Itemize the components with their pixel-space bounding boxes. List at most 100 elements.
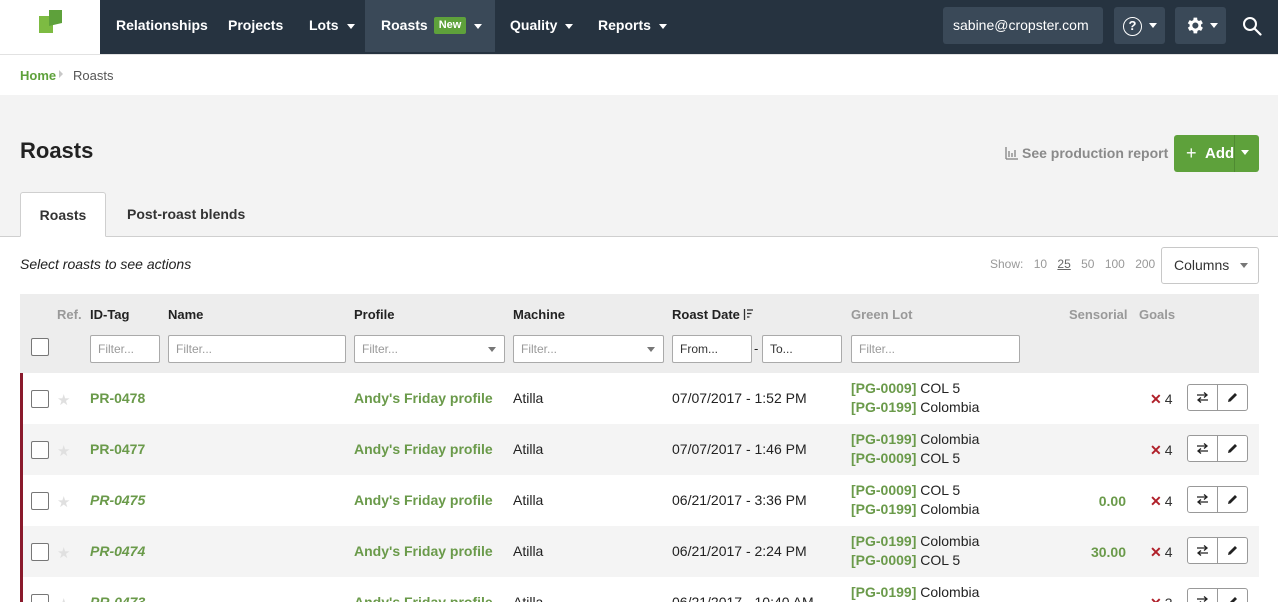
lot-code-link[interactable]: [PG-0009] (851, 552, 916, 568)
row-checkbox[interactable] (31, 390, 49, 408)
breadcrumb-home-link[interactable]: Home (20, 68, 56, 83)
table-row[interactable]: ★ PR-0473 Andy's Friday profile Atilla 06/21… (20, 577, 1259, 602)
page-size-selector: Show: 10 25 50 100 200 (990, 257, 1155, 271)
user-menu[interactable]: sabine@cropster.com (943, 7, 1103, 66)
row-checkbox[interactable] (31, 543, 49, 561)
compare-button[interactable] (1187, 537, 1218, 564)
nav-reports[interactable]: Reports (582, 0, 683, 52)
table-row[interactable]: ★ PR-0478 Andy's Friday profile Atilla 07/07… (20, 373, 1259, 424)
row-checkbox[interactable] (31, 492, 49, 510)
page-size-option[interactable]: 200 (1135, 257, 1155, 271)
star-icon[interactable]: ★ (57, 544, 70, 562)
edit-button[interactable] (1217, 588, 1248, 602)
logo-area[interactable] (0, 0, 100, 54)
col-ref[interactable]: Ref. (57, 307, 82, 322)
col-sensorial[interactable]: Sensorial (1069, 307, 1128, 322)
star-icon[interactable]: ★ (57, 595, 70, 602)
pencil-icon (1228, 546, 1237, 555)
date-to-input[interactable]: To... (762, 335, 842, 363)
nav-roasts[interactable]: Roasts New (365, 0, 495, 52)
table-row[interactable]: ★ PR-0477 Andy's Friday profile Atilla 07/07… (20, 424, 1259, 475)
star-icon[interactable]: ★ (57, 493, 70, 511)
lot-code-link[interactable]: [PG-0009] (851, 450, 916, 466)
compare-button[interactable] (1187, 588, 1218, 602)
row-goals: ✕ 4 (1150, 493, 1173, 510)
compare-button[interactable] (1187, 435, 1218, 462)
production-report-link[interactable]: See production report (1005, 145, 1168, 161)
edit-button[interactable] (1217, 537, 1248, 564)
table-row[interactable]: ★ PR-0474 Andy's Friday profile Atilla 06/21… (20, 526, 1259, 577)
lot-code-link[interactable]: [PG-0199] (851, 584, 916, 600)
nav-lots[interactable]: Lots (293, 0, 371, 52)
row-id-tag-link[interactable]: PR-0477 (90, 441, 145, 457)
row-profile-link[interactable]: Andy's Friday profile (354, 390, 493, 406)
machine-filter-select[interactable]: Filter... (513, 335, 664, 363)
row-profile-link[interactable]: Andy's Friday profile (354, 492, 493, 508)
lot-code-link[interactable]: [PG-0199] (851, 431, 916, 447)
table-row[interactable]: ★ PR-0475 Andy's Friday profile Atilla 06/21… (20, 475, 1259, 526)
nav-label: Reports (598, 17, 651, 33)
settings-menu[interactable] (1175, 7, 1226, 44)
nav-label: Quality (510, 17, 558, 33)
swap-arrows-icon (1197, 596, 1209, 602)
page-size-option[interactable]: 10 (1034, 257, 1047, 271)
row-id-tag-link[interactable]: PR-0478 (90, 390, 145, 406)
edit-button[interactable] (1217, 384, 1248, 411)
row-profile-link[interactable]: Andy's Friday profile (354, 441, 493, 457)
col-id-tag[interactable]: ID-Tag (90, 307, 129, 322)
edit-button[interactable] (1217, 486, 1248, 513)
row-roast-date: 06/21/2017 - 10:40 AM (672, 594, 814, 602)
lot-code-link[interactable]: [PG-0199] (851, 399, 916, 415)
row-profile-link[interactable]: Andy's Friday profile (354, 543, 493, 559)
name-filter-input[interactable]: Filter... (168, 335, 346, 363)
page-size-option[interactable]: 100 (1105, 257, 1125, 271)
col-roast-date-label: Roast Date (672, 307, 740, 322)
row-id-tag-link[interactable]: PR-0473 (90, 594, 145, 602)
col-profile[interactable]: Profile (354, 307, 394, 322)
page-size-option-selected[interactable]: 25 (1057, 257, 1070, 271)
row-green-lot-2: [PG-0199] Colombia (851, 399, 979, 415)
select-all-checkbox[interactable] (31, 338, 49, 356)
green-lot-filter-input[interactable]: Filter... (851, 335, 1020, 363)
row-checkbox[interactable] (31, 441, 49, 459)
star-icon[interactable]: ★ (57, 391, 70, 409)
help-menu[interactable]: ? (1114, 7, 1165, 44)
nav-projects[interactable]: Projects (212, 0, 299, 52)
lot-code-link[interactable]: [PG-0009] (851, 380, 916, 396)
tab-post-roast-blends[interactable]: Post-roast blends (107, 192, 265, 237)
search-icon[interactable] (1242, 16, 1262, 36)
row-machine: Atilla (513, 492, 544, 508)
nav-relationships[interactable]: Relationships (100, 0, 224, 52)
row-id-tag-link[interactable]: PR-0474 (90, 543, 145, 559)
col-green-lot[interactable]: Green Lot (851, 307, 912, 322)
chevron-down-icon (565, 23, 574, 29)
nav-quality[interactable]: Quality (494, 0, 589, 52)
lot-code-link[interactable]: [PG-0199] (851, 533, 916, 549)
col-roast-date[interactable]: Roast Date (672, 307, 753, 322)
compare-button[interactable] (1187, 486, 1218, 513)
row-profile-link[interactable]: Andy's Friday profile (354, 594, 493, 602)
row-checkbox[interactable] (31, 594, 49, 602)
tab-roasts[interactable]: Roasts (20, 192, 106, 237)
row-goals: ✕ 4 (1150, 391, 1173, 408)
table-header: Ref. ID-Tag Name Profile Machine Roast D… (20, 294, 1259, 373)
columns-dropdown[interactable]: Columns (1161, 247, 1259, 284)
id-tag-filter-input[interactable]: Filter... (90, 335, 160, 363)
chevron-down-icon[interactable] (1241, 150, 1249, 155)
lot-code-link[interactable]: [PG-0199] (851, 501, 916, 517)
col-name[interactable]: Name (168, 307, 203, 322)
star-icon[interactable]: ★ (57, 442, 70, 460)
date-from-input[interactable]: From... (672, 335, 752, 363)
goal-fail-icon: ✕ (1150, 442, 1162, 458)
edit-button[interactable] (1217, 435, 1248, 462)
add-button[interactable]: + Add (1174, 135, 1259, 172)
row-id-tag-link[interactable]: PR-0475 (90, 492, 145, 508)
page-size-option[interactable]: 50 (1081, 257, 1094, 271)
col-machine[interactable]: Machine (513, 307, 565, 322)
lot-code-link[interactable]: [PG-0009] (851, 482, 916, 498)
row-roast-date: 07/07/2017 - 1:52 PM (672, 390, 807, 406)
compare-button[interactable] (1187, 384, 1218, 411)
row-green-lot-1: [PG-0199] Colombia (851, 584, 979, 600)
profile-filter-select[interactable]: Filter... (354, 335, 505, 363)
col-goals[interactable]: Goals (1139, 307, 1175, 322)
